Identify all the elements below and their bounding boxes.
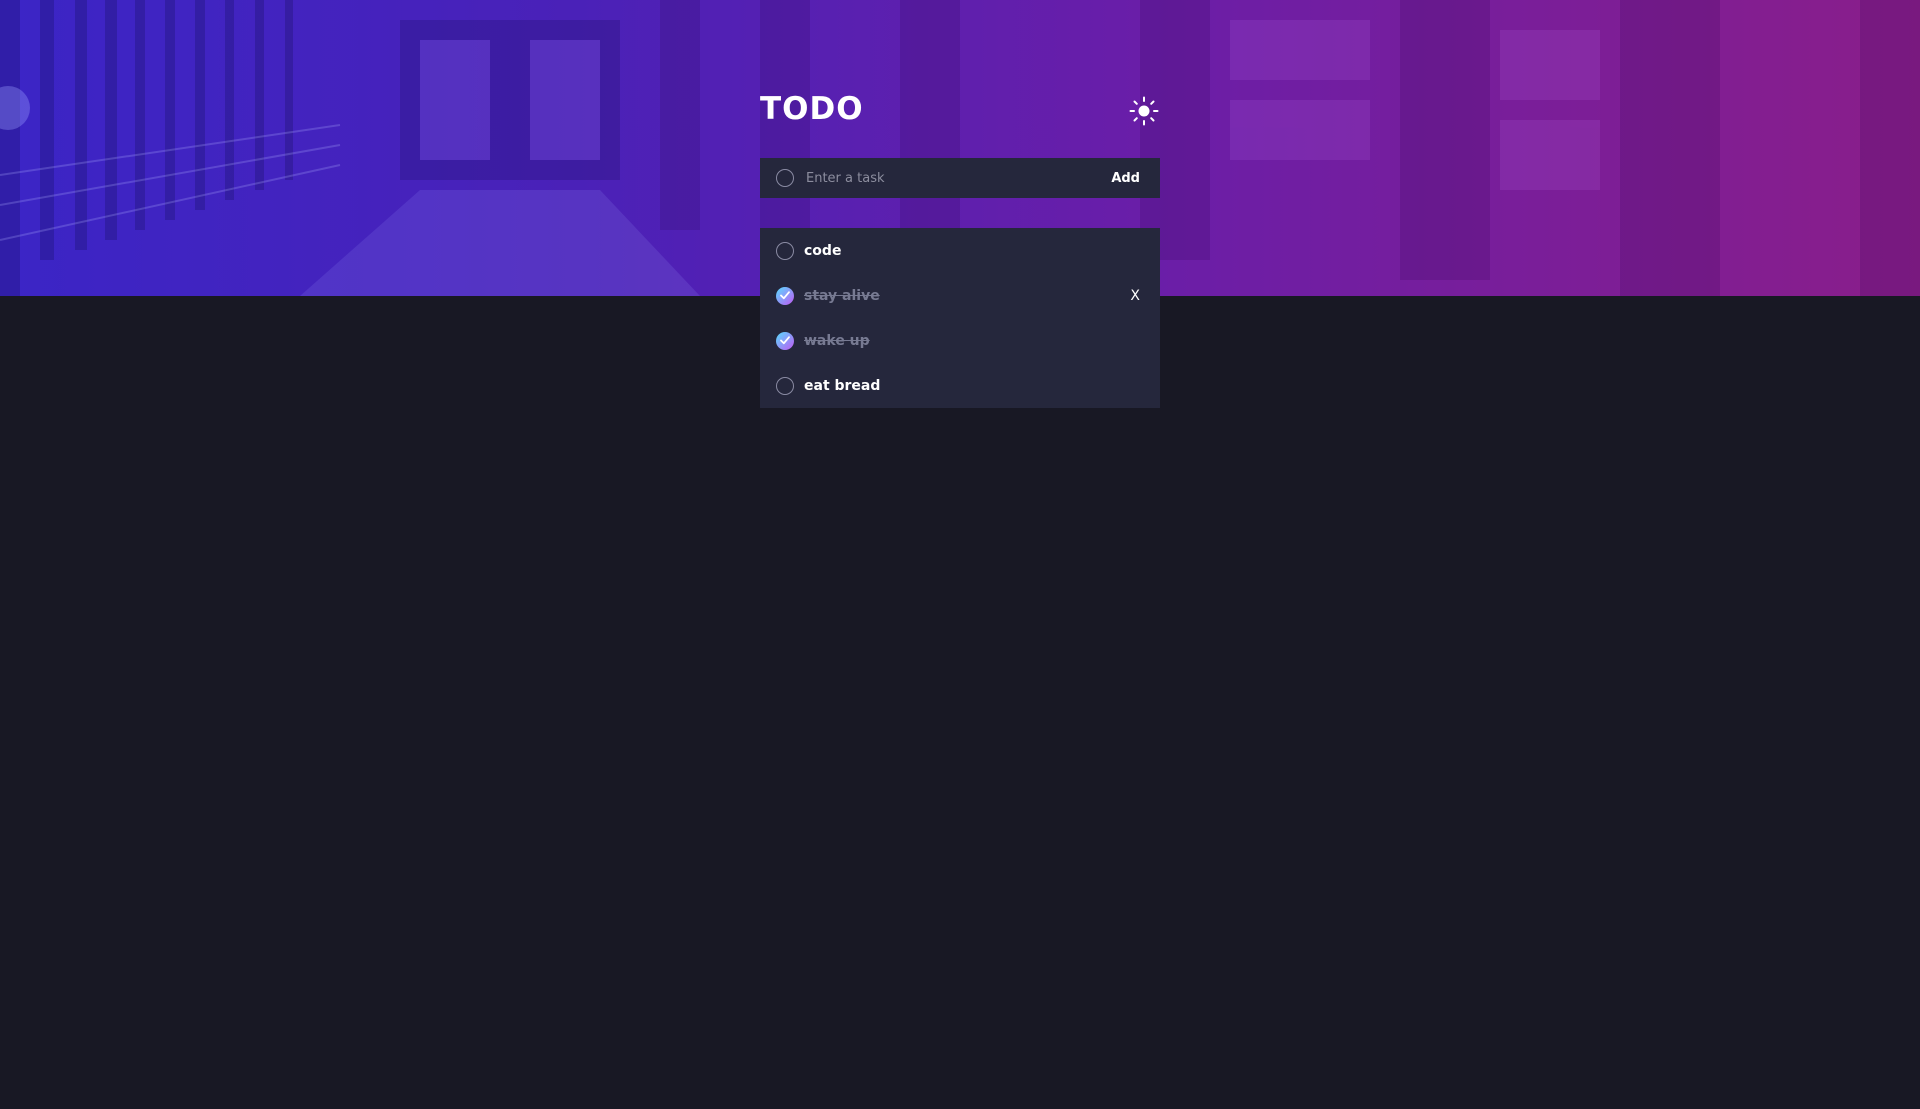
task-checkbox-checked[interactable] bbox=[776, 286, 794, 305]
check-icon bbox=[780, 336, 790, 345]
task-checkbox[interactable] bbox=[776, 376, 794, 395]
task-item-eat-bread[interactable]: eat bread bbox=[760, 363, 1160, 408]
new-task-checkbox[interactable] bbox=[776, 169, 794, 187]
check-icon bbox=[780, 291, 790, 300]
task-checkbox-checked[interactable] bbox=[776, 331, 794, 350]
task-label: code bbox=[804, 242, 842, 259]
sun-icon bbox=[1129, 96, 1159, 126]
task-checkbox[interactable] bbox=[776, 241, 794, 260]
add-task-button[interactable]: Add bbox=[1107, 171, 1144, 186]
new-task-form: Add bbox=[760, 157, 1160, 199]
task-label: eat bread bbox=[804, 377, 881, 394]
task-label: wake up bbox=[804, 332, 870, 349]
task-item-code[interactable]: code bbox=[760, 228, 1160, 273]
new-task-input[interactable] bbox=[804, 157, 1108, 199]
task-item-stay-alive[interactable]: stay alive X bbox=[760, 273, 1160, 318]
task-item-wake-up[interactable]: wake up bbox=[760, 318, 1160, 363]
delete-task-button[interactable]: X bbox=[1130, 288, 1144, 304]
task-list: code stay alive X wake up eat bread bbox=[760, 228, 1160, 408]
theme-toggle-button[interactable] bbox=[1128, 95, 1160, 127]
task-label: stay alive bbox=[804, 287, 880, 304]
todo-app: TODO Add code bbox=[760, 88, 1160, 408]
app-title: TODO bbox=[760, 91, 864, 127]
app-header: TODO bbox=[760, 88, 1160, 130]
